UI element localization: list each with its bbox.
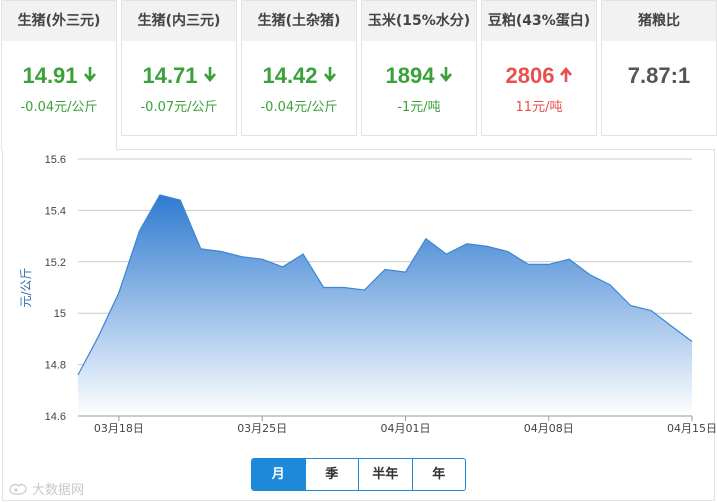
data-point xyxy=(261,258,263,260)
x-tick-label: 04月15日 xyxy=(667,422,716,435)
data-point xyxy=(384,268,386,270)
arrow-down-icon xyxy=(440,66,453,87)
watermark-text: 大数据网 xyxy=(32,483,85,498)
data-point xyxy=(138,230,140,232)
data-point xyxy=(179,199,181,201)
price-value-text: 14.91 xyxy=(22,63,78,88)
data-point xyxy=(650,309,652,311)
arrow-down-icon xyxy=(323,66,336,87)
price-value-text: 2806 xyxy=(505,63,555,88)
watermark: 大数据网 xyxy=(8,479,84,498)
price-card-change: 11元/吨 xyxy=(515,100,563,115)
price-card-value: 14.71 xyxy=(122,63,236,89)
chart-panel: 14.6 14.8 15 15.2 15.4 15.6 03月18日 03月25日 04月01日… xyxy=(2,149,716,501)
price-card-title: 生猪(外三元) xyxy=(2,1,116,41)
data-point xyxy=(691,340,693,342)
data-point xyxy=(159,194,161,196)
price-value-text: 1894 xyxy=(385,63,435,88)
data-point xyxy=(425,238,427,240)
arrow-down-icon xyxy=(83,66,96,87)
price-card-pig-inner[interactable]: 生猪(内三元) 14.71 -0.07元/公斤 xyxy=(121,0,237,136)
y-tick-label: 14.8 xyxy=(45,360,66,372)
price-card-change: -0.04元/公斤 xyxy=(20,100,98,115)
data-point xyxy=(629,304,631,306)
price-card-change: -1元/吨 xyxy=(397,100,441,115)
price-value-text: 7.87:1 xyxy=(627,63,691,88)
y-tick-label: 14.6 xyxy=(45,411,66,423)
price-trend-chart: 14.6 14.8 15 15.2 15.4 15.6 03月18日 03月25日 04月01日… xyxy=(19,154,716,435)
price-value-text: 14.71 xyxy=(142,63,198,88)
price-card-title: 生猪(内三元) xyxy=(122,1,236,41)
y-tick-label: 15 xyxy=(54,308,66,320)
price-card-value: 1894 xyxy=(362,63,476,89)
period-tab-half-year[interactable]: 半年 xyxy=(359,459,413,490)
x-tick-label: 04月01日 xyxy=(380,422,430,435)
price-card-pig-outer[interactable]: 生猪(外三元) 14.91 -0.04元/公斤 xyxy=(1,0,117,150)
price-area xyxy=(78,195,692,416)
y-tick-label: 15.2 xyxy=(45,257,66,269)
x-tick-label: 04月08日 xyxy=(524,422,574,435)
data-point xyxy=(507,250,509,252)
y-tick-label: 15.4 xyxy=(45,205,66,217)
price-card-title: 玉米(15%水分) xyxy=(362,1,476,41)
price-value-text: 14.42 xyxy=(262,63,318,88)
price-card-title: 生猪(土杂猪) xyxy=(242,1,356,41)
data-point xyxy=(404,271,406,273)
period-tabs: 月季半年年 xyxy=(251,458,466,491)
data-point xyxy=(548,263,550,265)
data-point xyxy=(97,335,99,337)
x-tick-label: 03月18日 xyxy=(94,422,144,435)
data-point xyxy=(343,286,345,288)
data-point xyxy=(670,325,672,327)
y-tick-label: 15.6 xyxy=(45,154,66,166)
data-point xyxy=(568,258,570,260)
data-point xyxy=(118,291,120,293)
watermark-logo-icon xyxy=(9,483,27,495)
price-cards: 生猪(外三元) 14.91 -0.04元/公斤 生猪(内三元) 14.71 -0.07元/… xyxy=(0,0,717,150)
price-card-value: 14.42 xyxy=(242,63,356,89)
period-tab-year[interactable]: 年 xyxy=(413,459,466,490)
period-tab-month[interactable]: 月 xyxy=(252,459,306,490)
arrow-down-icon xyxy=(203,66,216,87)
data-point xyxy=(589,273,591,275)
data-point xyxy=(220,250,222,252)
price-card-value: 2806 xyxy=(482,63,596,89)
data-point xyxy=(200,248,202,250)
price-card-soymeal[interactable]: 豆粕(43%蛋白) 2806 11元/吨 xyxy=(481,0,597,136)
data-point xyxy=(445,253,447,255)
data-point xyxy=(486,245,488,247)
price-card-title: 猪粮比 xyxy=(602,1,716,41)
data-point xyxy=(282,266,284,268)
price-card-value: 14.91 xyxy=(2,63,116,89)
arrow-up-icon xyxy=(560,66,573,87)
data-point xyxy=(241,256,243,258)
price-card-change: -0.07元/公斤 xyxy=(140,100,218,115)
period-tab-quarter[interactable]: 季 xyxy=(306,459,359,490)
price-card-corn[interactable]: 玉米(15%水分) 1894 -1元/吨 xyxy=(361,0,477,136)
data-point xyxy=(302,253,304,255)
y-axis-label: 元/公斤 xyxy=(19,267,33,307)
x-tick-label: 03月25日 xyxy=(237,422,287,435)
data-point xyxy=(322,286,324,288)
price-card-change: -0.04元/公斤 xyxy=(260,100,338,115)
price-card-pig-grain-ratio[interactable]: 猪粮比 7.87:1 xyxy=(601,0,717,136)
data-point xyxy=(527,263,529,265)
data-point xyxy=(77,374,79,376)
data-point xyxy=(363,289,365,291)
data-point xyxy=(466,243,468,245)
price-card-pig-local[interactable]: 生猪(土杂猪) 14.42 -0.04元/公斤 xyxy=(241,0,357,136)
data-point xyxy=(609,284,611,286)
price-card-title: 豆粕(43%蛋白) xyxy=(482,1,596,41)
price-card-value: 7.87:1 xyxy=(602,63,716,89)
